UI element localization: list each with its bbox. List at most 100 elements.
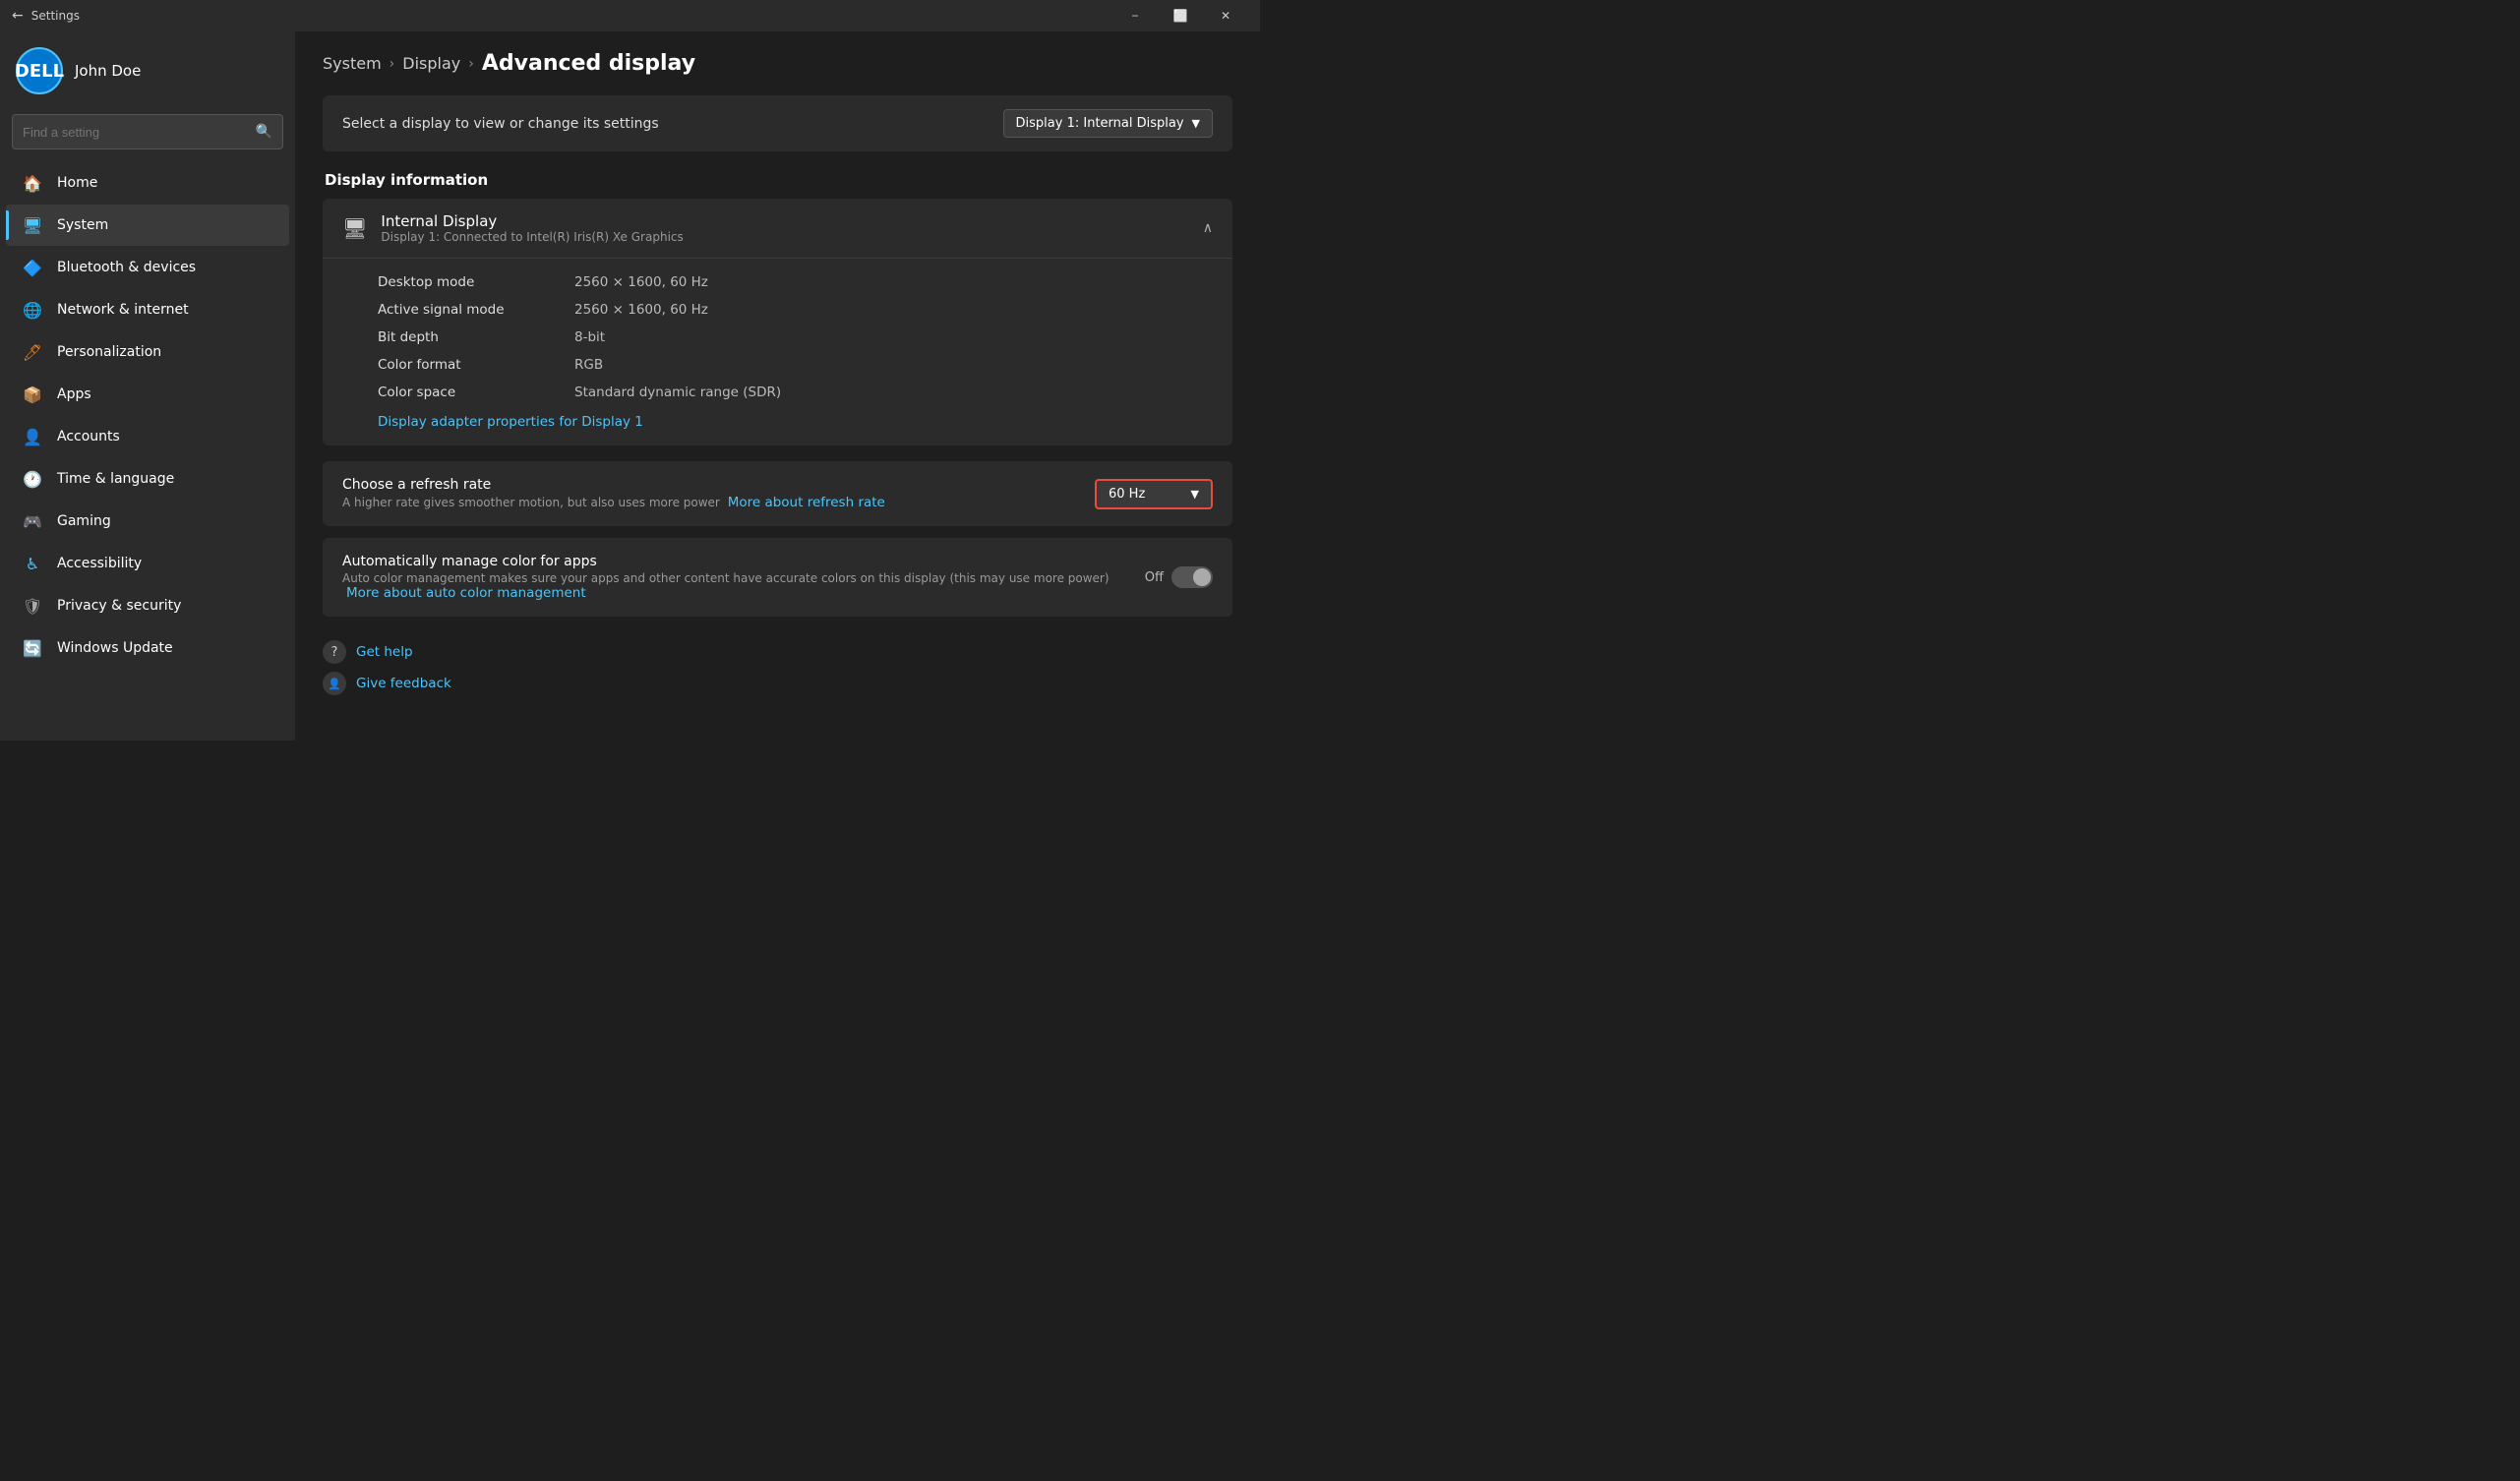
- user-profile[interactable]: DELL John Doe: [0, 31, 295, 106]
- breadcrumb-display[interactable]: Display: [402, 54, 460, 73]
- home-icon: 🏠: [22, 172, 43, 194]
- breadcrumb-system[interactable]: System: [323, 54, 382, 73]
- sidebar-item-system[interactable]: 🖥 System: [6, 205, 289, 246]
- get-help-icon: ?: [323, 640, 346, 664]
- sidebar-nav: 🏠 Home 🖥 System 🔷 Bluetooth & devices 🌐 …: [0, 161, 295, 670]
- privacy-icon: 🛡: [22, 595, 43, 617]
- info-key-bitdepth: Bit depth: [378, 329, 574, 345]
- breadcrumb-sep2: ›: [468, 56, 474, 72]
- display-info-table: Desktop mode 2560 × 1600, 60 Hz Active s…: [323, 259, 1232, 445]
- breadcrumb: System › Display › Advanced display: [323, 51, 1232, 76]
- sidebar-item-gaming[interactable]: 🎮 Gaming: [6, 501, 289, 542]
- refresh-rate-link[interactable]: More about refresh rate: [728, 495, 885, 510]
- info-row-colorspace: Color space Standard dynamic range (SDR): [378, 379, 1213, 406]
- titlebar-controls: − ⬜ ✕: [1112, 0, 1248, 31]
- color-management-toggle[interactable]: [1171, 566, 1213, 588]
- display-dropdown-value: Display 1: Internal Display: [1016, 116, 1184, 131]
- sidebar-item-label: Home: [57, 175, 97, 191]
- refresh-rate-dropdown[interactable]: 60 Hz ▼: [1095, 479, 1213, 509]
- display-info-card: 🖥 Internal Display Display 1: Connected …: [323, 199, 1232, 445]
- display-selector-dropdown[interactable]: Display 1: Internal Display ▼: [1003, 109, 1213, 138]
- give-feedback-link[interactable]: Give feedback: [356, 676, 451, 691]
- titlebar-left: ← Settings: [12, 8, 80, 24]
- search-box[interactable]: 🔍: [12, 114, 283, 149]
- update-icon: 🔄: [22, 637, 43, 659]
- close-button[interactable]: ✕: [1203, 0, 1248, 31]
- personalization-icon: 🖊: [22, 341, 43, 363]
- refresh-rate-card: Choose a refresh rate A higher rate give…: [323, 461, 1232, 526]
- refresh-rate-left: Choose a refresh rate A higher rate give…: [342, 477, 1095, 510]
- sidebar-item-label: Windows Update: [57, 640, 173, 656]
- toggle-container: Off: [1145, 566, 1213, 588]
- titlebar-title: Settings: [31, 9, 80, 23]
- sidebar-item-label: Apps: [57, 386, 91, 402]
- apps-icon: 📦: [22, 384, 43, 405]
- sidebar-item-time[interactable]: 🕐 Time & language: [6, 458, 289, 500]
- sidebar-item-label: Privacy & security: [57, 598, 181, 614]
- back-icon[interactable]: ←: [12, 8, 24, 24]
- search-input[interactable]: [23, 125, 248, 140]
- sidebar-item-bluetooth[interactable]: 🔷 Bluetooth & devices: [6, 247, 289, 288]
- sidebar-item-label: Time & language: [57, 471, 174, 487]
- minimize-button[interactable]: −: [1112, 0, 1158, 31]
- system-icon: 🖥: [22, 214, 43, 236]
- sidebar-item-label: Accounts: [57, 429, 120, 444]
- sidebar-item-label: Network & internet: [57, 302, 189, 318]
- sidebar-item-privacy[interactable]: 🛡 Privacy & security: [6, 585, 289, 626]
- display-selector-label: Select a display to view or change its s…: [342, 116, 659, 132]
- sidebar-item-accounts[interactable]: 👤 Accounts: [6, 416, 289, 457]
- info-key-signal: Active signal mode: [378, 302, 574, 318]
- display-selector-bar: Select a display to view or change its s…: [323, 95, 1232, 151]
- breadcrumb-current: Advanced display: [482, 51, 695, 76]
- titlebar: ← Settings − ⬜ ✕: [0, 0, 1260, 31]
- display-title-text: Internal Display Display 1: Connected to…: [381, 212, 683, 244]
- app-layout: DELL John Doe 🔍 🏠 Home 🖥 System 🔷 Blueto…: [0, 31, 1260, 740]
- refresh-rate-desc: A higher rate gives smoother motion, but…: [342, 495, 1095, 510]
- sidebar-item-label: Personalization: [57, 344, 161, 360]
- color-management-left: Automatically manage color for apps Auto…: [342, 554, 1145, 601]
- search-icon: 🔍: [256, 124, 272, 140]
- info-key-colorformat: Color format: [378, 357, 574, 373]
- give-feedback-item[interactable]: 👤 Give feedback: [323, 672, 1232, 695]
- display-adapter-link[interactable]: Display adapter properties for Display 1: [378, 414, 643, 430]
- refresh-rate-value: 60 Hz: [1109, 487, 1145, 502]
- color-management-row: Automatically manage color for apps Auto…: [342, 554, 1213, 601]
- bottom-links: ? Get help 👤 Give feedback: [323, 640, 1232, 695]
- color-management-link[interactable]: More about auto color management: [346, 585, 586, 601]
- get-help-item[interactable]: ? Get help: [323, 640, 1232, 664]
- info-value-desktop: 2560 × 1600, 60 Hz: [574, 274, 708, 290]
- info-key-colorspace: Color space: [378, 385, 574, 400]
- sidebar-item-label: Bluetooth & devices: [57, 260, 196, 275]
- info-value-colorformat: RGB: [574, 357, 603, 373]
- bluetooth-icon: 🔷: [22, 257, 43, 278]
- dell-logo: DELL: [16, 47, 63, 94]
- info-row-signal: Active signal mode 2560 × 1600, 60 Hz: [378, 296, 1213, 324]
- sidebar-item-apps[interactable]: 📦 Apps: [6, 374, 289, 415]
- main-content: System › Display › Advanced display Sele…: [295, 31, 1260, 740]
- sidebar-item-label: Accessibility: [57, 556, 142, 571]
- info-value-signal: 2560 × 1600, 60 Hz: [574, 302, 708, 318]
- sidebar-item-label: Gaming: [57, 513, 111, 529]
- gaming-icon: 🎮: [22, 510, 43, 532]
- info-row-colorformat: Color format RGB: [378, 351, 1213, 379]
- display-info-section-heading: Display information: [323, 171, 1232, 189]
- accounts-icon: 👤: [22, 426, 43, 447]
- sidebar-item-accessibility[interactable]: ♿ Accessibility: [6, 543, 289, 584]
- display-info-header: 🖥 Internal Display Display 1: Connected …: [323, 199, 1232, 259]
- sidebar-item-update[interactable]: 🔄 Windows Update: [6, 627, 289, 669]
- network-icon: 🌐: [22, 299, 43, 321]
- chevron-up-icon[interactable]: ∧: [1203, 220, 1213, 236]
- sidebar-item-network[interactable]: 🌐 Network & internet: [6, 289, 289, 330]
- refresh-rate-row: Choose a refresh rate A higher rate give…: [342, 477, 1213, 510]
- info-value-bitdepth: 8-bit: [574, 329, 605, 345]
- color-management-title: Automatically manage color for apps: [342, 554, 1145, 569]
- info-value-colorspace: Standard dynamic range (SDR): [574, 385, 781, 400]
- refresh-rate-title: Choose a refresh rate: [342, 477, 1095, 493]
- sidebar-item-personalization[interactable]: 🖊 Personalization: [6, 331, 289, 373]
- maximize-button[interactable]: ⬜: [1158, 0, 1203, 31]
- get-help-link[interactable]: Get help: [356, 644, 413, 660]
- toggle-knob: [1193, 568, 1211, 586]
- username: John Doe: [75, 62, 141, 80]
- sidebar-item-home[interactable]: 🏠 Home: [6, 162, 289, 204]
- info-row-desktop: Desktop mode 2560 × 1600, 60 Hz: [378, 268, 1213, 296]
